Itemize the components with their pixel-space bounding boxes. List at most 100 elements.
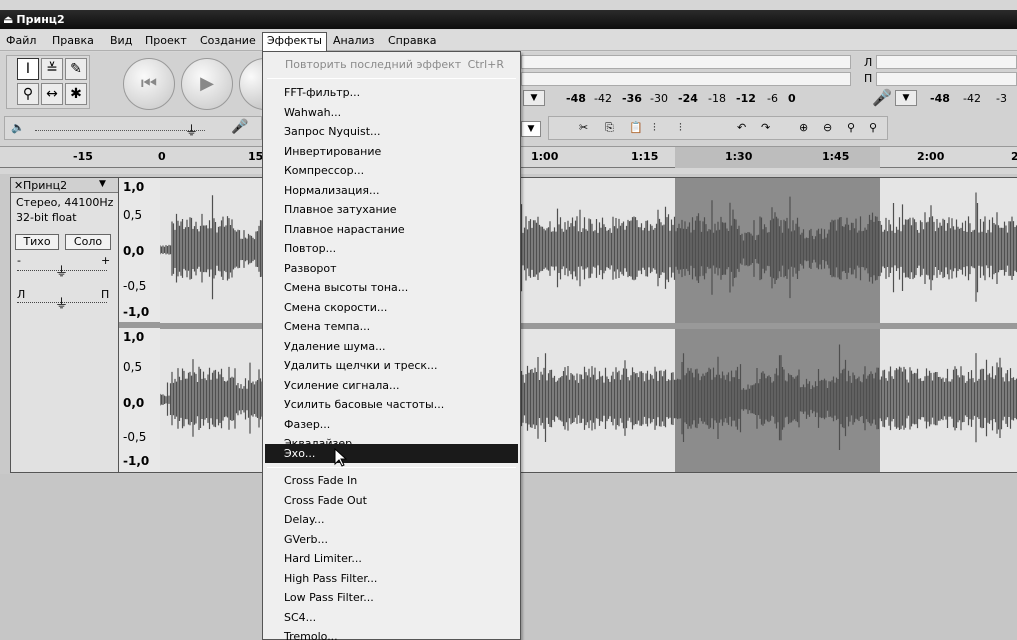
menu-item[interactable]: High Pass Filter... bbox=[265, 569, 518, 588]
fit-selection-icon[interactable]: ⚲ bbox=[847, 121, 855, 134]
timeshift-tool-icon[interactable]: ↔ bbox=[41, 83, 63, 105]
scale-label: 1,0 bbox=[123, 330, 145, 344]
menu-item[interactable]: Low Pass Filter... bbox=[265, 588, 518, 607]
menu-item[interactable]: Плавное нарастание bbox=[265, 220, 518, 239]
selection-tool-icon[interactable]: I bbox=[17, 58, 39, 80]
scale-label: 0,5 bbox=[123, 360, 143, 374]
track-format-info: Стерео, 44100Hz bbox=[16, 196, 114, 209]
menu-item[interactable]: Повтор... bbox=[265, 239, 518, 258]
close-track-icon[interactable]: ✕ bbox=[14, 179, 23, 192]
meter-tick: -3 bbox=[996, 92, 1007, 105]
undo-icon[interactable]: ↶ bbox=[737, 121, 746, 134]
audacity-window: ⏏ Принц2 Файл Правка Вид Проект Создание … bbox=[0, 0, 1017, 640]
menu-item-repeat-last[interactable]: Повторить последний эффект Ctrl+R bbox=[265, 55, 518, 74]
gain-slider-thumb[interactable]: ⏚ bbox=[55, 261, 68, 280]
menu-item[interactable]: Инвертирование bbox=[265, 142, 518, 161]
silence-icon[interactable]: ⫶ bbox=[679, 121, 682, 135]
record-meter-dropdown-icon[interactable]: ▼ bbox=[895, 90, 917, 106]
meter-tick: 0 bbox=[788, 92, 796, 105]
fit-project-icon[interactable]: ⚲ bbox=[869, 121, 877, 134]
repeat-last-label: Повторить последний эффект bbox=[285, 58, 462, 71]
menu-item[interactable]: Delay... bbox=[265, 510, 518, 529]
trim-icon[interactable]: ⫶ bbox=[653, 121, 656, 135]
menu-project[interactable]: Проект bbox=[141, 33, 191, 49]
menu-item[interactable]: Фазер... bbox=[265, 415, 518, 434]
effects-dropdown-menu: Повторить последний эффект Ctrl+R FFT-фи… bbox=[262, 51, 521, 640]
ruler-tick: 1:30 bbox=[725, 150, 753, 163]
mixer-toolbar: 🔈 ⏚ 🎤 bbox=[4, 116, 262, 140]
meter-tick: -42 bbox=[594, 92, 612, 105]
menu-item[interactable]: Разворот bbox=[265, 259, 518, 278]
pan-slider-thumb[interactable]: ⏚ bbox=[55, 293, 68, 312]
menu-item[interactable]: Смена высоты тона... bbox=[265, 278, 518, 297]
meter-right-label: П bbox=[864, 72, 873, 85]
menu-item[interactable]: Tremolo... bbox=[265, 627, 518, 640]
menu-item[interactable]: Удалить щелчки и треск... bbox=[265, 356, 518, 375]
menu-view[interactable]: Вид bbox=[106, 33, 136, 49]
input-source-dropdown-icon[interactable]: ▼ bbox=[521, 121, 541, 137]
menu-item[interactable]: Компрессор... bbox=[265, 161, 518, 180]
draw-tool-icon[interactable]: ✎ bbox=[65, 58, 87, 80]
menu-separator bbox=[267, 78, 516, 79]
meter-tick: -24 bbox=[678, 92, 698, 105]
menu-item[interactable]: SC4... bbox=[265, 608, 518, 627]
track-name-menu[interactable]: Принц2 bbox=[23, 179, 67, 192]
envelope-tool-icon[interactable]: ≚ bbox=[41, 58, 63, 80]
menu-item[interactable]: Смена скорости... bbox=[265, 298, 518, 317]
ruler-tick: 2 bbox=[1011, 150, 1017, 163]
scale-label: -1,0 bbox=[123, 305, 150, 319]
menu-effects[interactable]: Эффекты bbox=[262, 32, 327, 51]
meter-tick: -42 bbox=[963, 92, 981, 105]
menu-item[interactable]: Усиление сигнала... bbox=[265, 376, 518, 395]
menu-item[interactable]: Hard Limiter... bbox=[265, 549, 518, 568]
zoom-tool-icon[interactable]: ⚲ bbox=[17, 83, 39, 105]
title-bar: ⏏ Принц2 bbox=[0, 10, 1017, 29]
skip-start-icon[interactable]: ⏮ bbox=[123, 58, 175, 110]
mute-button[interactable]: Тихо bbox=[15, 234, 59, 250]
track-menu-dropdown-icon[interactable]: ▼ bbox=[99, 179, 106, 189]
meter-left-label: Л bbox=[864, 56, 873, 69]
redo-icon[interactable]: ↷ bbox=[761, 121, 770, 134]
menu-edit[interactable]: Правка bbox=[48, 33, 98, 49]
record-meter-bar bbox=[876, 55, 1017, 69]
paste-icon[interactable]: 📋 bbox=[629, 121, 643, 134]
playback-meter-bar bbox=[521, 55, 851, 69]
track-header: ✕ Принц2 ▼ bbox=[11, 178, 118, 193]
menu-item[interactable]: Усилить басовые частоты... bbox=[265, 395, 518, 414]
menu-item[interactable]: Cross Fade In bbox=[265, 471, 518, 490]
solo-button[interactable]: Соло bbox=[65, 234, 111, 250]
scale-label: -1,0 bbox=[123, 454, 150, 468]
zoom-out-icon[interactable]: ⊖ bbox=[823, 121, 832, 134]
menu-item[interactable]: FFT-фильтр... bbox=[265, 83, 518, 102]
menu-item[interactable]: Плавное затухание bbox=[265, 200, 518, 219]
meter-tick: -18 bbox=[708, 92, 726, 105]
mouse-cursor-icon bbox=[334, 448, 348, 467]
output-volume-slider[interactable] bbox=[35, 130, 205, 131]
copy-icon[interactable]: ⎘ bbox=[605, 121, 614, 135]
menu-file[interactable]: Файл bbox=[2, 33, 40, 49]
output-volume-thumb[interactable]: ⏚ bbox=[185, 120, 198, 139]
meter-tick: -48 bbox=[566, 92, 586, 105]
menu-item[interactable]: Смена темпа... bbox=[265, 317, 518, 336]
channel-separator bbox=[119, 322, 160, 328]
cut-icon[interactable]: ✂ bbox=[579, 121, 588, 134]
edit-toolbar: ✂ ⎘ 📋 ⫶ ⫶ ↶ ↷ ⊕ ⊖ ⚲ ⚲ bbox=[548, 116, 888, 140]
menu-item-echo[interactable]: Эхо... bbox=[265, 444, 518, 463]
meter-dropdown-icon[interactable]: ▼ bbox=[523, 90, 545, 106]
menu-analyze[interactable]: Анализ bbox=[329, 33, 379, 49]
ruler-tick: 0 bbox=[158, 150, 166, 163]
pan-left-label: Л bbox=[17, 288, 26, 301]
play-icon[interactable]: ▶ bbox=[181, 58, 233, 110]
menu-item[interactable]: Cross Fade Out bbox=[265, 491, 518, 510]
menu-help[interactable]: Справка bbox=[384, 33, 440, 49]
menu-item[interactable]: GVerb... bbox=[265, 530, 518, 549]
zoom-in-icon[interactable]: ⊕ bbox=[799, 121, 808, 134]
menu-generate[interactable]: Создание bbox=[196, 33, 260, 49]
menu-item[interactable]: Нормализация... bbox=[265, 181, 518, 200]
menu-item[interactable]: Запрос Nyquist... bbox=[265, 122, 518, 141]
menu-item[interactable]: Удаление шума... bbox=[265, 337, 518, 356]
multi-tool-icon[interactable]: ✱ bbox=[65, 83, 87, 105]
microphone-icon[interactable]: 🎤 bbox=[872, 88, 892, 107]
menu-item[interactable]: Wahwah... bbox=[265, 103, 518, 122]
track-bitdepth-info: 32-bit float bbox=[16, 211, 77, 224]
